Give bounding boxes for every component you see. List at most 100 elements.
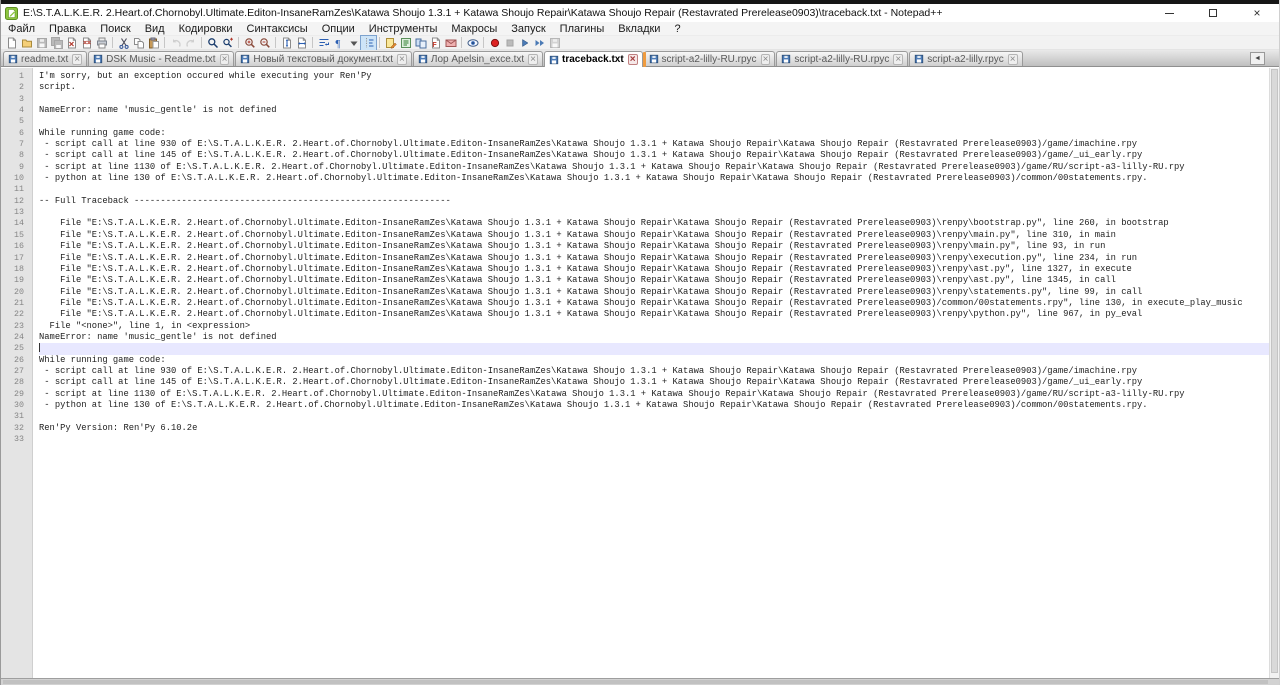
code-line[interactable]: File "E:\S.T.A.L.K.E.R. 2.Heart.of.Chorn… [39,264,1279,275]
code-line[interactable]: I'm sorry, but an exception occured whil… [39,71,1279,82]
menu-item-9[interactable]: Макросы [444,22,504,36]
code-line[interactable] [39,434,1279,445]
show-all-characters-dropdown-icon[interactable] [346,36,361,50]
close-tab-icon[interactable]: × [220,54,230,65]
horizontal-scrollbar-thumb[interactable] [3,680,1268,684]
close-tab-icon[interactable]: × [397,54,407,65]
redo-icon[interactable] [183,36,198,50]
code-line[interactable]: - script call at line 930 of E:\S.T.A.L.… [39,139,1279,150]
tab-script-a2-lilly-ru.rpyc[interactable]: script-a2-lilly-RU.rpyc× [644,51,776,66]
save-all-icon[interactable] [49,36,64,50]
vertical-scrollbar-thumb[interactable] [1271,69,1278,673]
minimize-button[interactable] [1147,4,1191,22]
code-line[interactable]: File "E:\S.T.A.L.K.E.R. 2.Heart.of.Chorn… [39,287,1279,298]
print-icon[interactable] [94,36,109,50]
tab-traceback.txt[interactable]: traceback.txt× [544,51,643,67]
code-line[interactable]: While running game code: [39,355,1279,366]
code-line[interactable] [39,411,1279,422]
menu-item-7[interactable]: Опции [315,22,362,36]
code-line[interactable]: File "E:\S.T.A.L.K.E.R. 2.Heart.of.Chorn… [39,275,1279,286]
monitoring-icon[interactable] [465,36,480,50]
tab-новый-текстовый-документ.txt[interactable]: Новый текстовый документ.txt× [235,51,411,66]
macro-run-multiple-icon[interactable] [532,36,547,50]
sync-horizontal-scroll-icon[interactable] [294,36,309,50]
new-file-icon[interactable] [4,36,19,50]
menu-item-10[interactable]: Запуск [504,22,552,36]
title-bar[interactable]: E:\S.T.A.L.K.E.R. 2.Heart.of.Chornobyl.U… [1,4,1279,22]
close-tab-icon[interactable]: × [761,54,771,65]
macro-save-icon[interactable] [547,36,562,50]
code-line[interactable]: - script call at line 145 of E:\S.T.A.L.… [39,377,1279,388]
line-number-margin[interactable]: 1234567891011121314151617181920212223242… [1,68,33,678]
code-line[interactable]: While running game code: [39,128,1279,139]
folder-as-workspace-icon[interactable] [413,36,428,50]
horizontal-scrollbar[interactable] [1,678,1279,685]
menu-item-4[interactable]: Вид [138,22,172,36]
menu-item-11[interactable]: Плагины [553,22,612,36]
code-line[interactable]: -- Full Traceback ----------------------… [39,196,1279,207]
zoom-out-icon[interactable] [257,36,272,50]
code-line[interactable] [39,343,1279,354]
close-button[interactable]: × [1235,4,1279,22]
code-line[interactable] [39,207,1279,218]
editor[interactable]: 1234567891011121314151617181920212223242… [1,68,1279,678]
code-line[interactable] [39,184,1279,195]
code-line[interactable]: File "E:\S.T.A.L.K.E.R. 2.Heart.of.Chorn… [39,230,1279,241]
export-html-icon[interactable] [443,36,458,50]
word-wrap-icon[interactable] [316,36,331,50]
code-line[interactable]: File "E:\S.T.A.L.K.E.R. 2.Heart.of.Chorn… [39,298,1279,309]
close-tab-icon[interactable]: × [528,54,538,65]
code-line[interactable]: File "E:\S.T.A.L.K.E.R. 2.Heart.of.Chorn… [39,309,1279,320]
code-line[interactable]: File "E:\S.T.A.L.K.E.R. 2.Heart.of.Chorn… [39,218,1279,229]
open-file-icon[interactable] [19,36,34,50]
code-line[interactable]: - script call at line 930 of E:\S.T.A.L.… [39,366,1279,377]
zoom-in-icon[interactable] [242,36,257,50]
close-file-icon[interactable] [64,36,79,50]
tab-script-a2-lilly-ru.rpyc[interactable]: script-a2-lilly-RU.rpyc× [776,51,908,66]
close-tab-icon[interactable]: × [628,54,638,65]
code-line[interactable] [39,116,1279,127]
code-line[interactable]: File "E:\S.T.A.L.K.E.R. 2.Heart.of.Chorn… [39,241,1279,252]
tab-dsk-music---readme.txt[interactable]: DSK Music - Readme.txt× [88,51,234,66]
show-indent-guide-icon[interactable] [361,36,376,50]
menu-item-1[interactable]: Файл [1,22,42,36]
close-tab-icon[interactable]: × [1008,54,1018,65]
menu-item-5[interactable]: Кодировки [172,22,240,36]
close-tab-icon[interactable]: × [72,54,82,65]
tab-script-a2-lilly.rpyc[interactable]: script-a2-lilly.rpyc× [909,51,1022,66]
code-line[interactable]: File "E:\S.T.A.L.K.E.R. 2.Heart.of.Chorn… [39,253,1279,264]
find-icon[interactable] [205,36,220,50]
close-all-icon[interactable] [79,36,94,50]
menu-item-8[interactable]: Инструменты [362,22,445,36]
cut-icon[interactable] [116,36,131,50]
code-line[interactable] [39,94,1279,105]
code-line[interactable]: Ren'Py Version: Ren'Py 6.10.2e [39,423,1279,434]
menu-item-12[interactable]: Вкладки [611,22,667,36]
save-file-icon[interactable] [34,36,49,50]
macro-stop-icon[interactable] [502,36,517,50]
text-area[interactable]: I'm sorry, but an exception occured whil… [33,68,1279,678]
code-line[interactable]: NameError: name 'music_gentle' is not de… [39,105,1279,116]
macro-record-icon[interactable] [487,36,502,50]
document-map-icon[interactable] [383,36,398,50]
code-line[interactable]: NameError: name 'music_gentle' is not de… [39,332,1279,343]
tab-лор-apelsin_exce.txt[interactable]: Лор Apelsin_exce.txt× [413,51,543,66]
code-line[interactable]: - script call at line 145 of E:\S.T.A.L.… [39,150,1279,161]
export-pdf-icon[interactable]: F [428,36,443,50]
copy-icon[interactable] [131,36,146,50]
code-line[interactable]: script. [39,82,1279,93]
code-line[interactable]: - python at line 130 of E:\S.T.A.L.K.E.R… [39,400,1279,411]
menu-item-3[interactable]: Поиск [93,22,137,36]
undo-icon[interactable] [168,36,183,50]
menu-item-2[interactable]: Правка [42,22,93,36]
code-line[interactable]: - script at line 1130 of E:\S.T.A.L.K.E.… [39,162,1279,173]
sync-vertical-scroll-icon[interactable] [279,36,294,50]
menu-item-13[interactable]: ? [667,22,687,36]
function-list-icon[interactable] [398,36,413,50]
replace-icon[interactable] [220,36,235,50]
paste-icon[interactable] [146,36,161,50]
macro-play-icon[interactable] [517,36,532,50]
show-all-characters-icon[interactable]: ¶ [331,36,346,50]
menu-item-6[interactable]: Синтаксисы [240,22,315,36]
vertical-scrollbar[interactable] [1269,68,1279,678]
